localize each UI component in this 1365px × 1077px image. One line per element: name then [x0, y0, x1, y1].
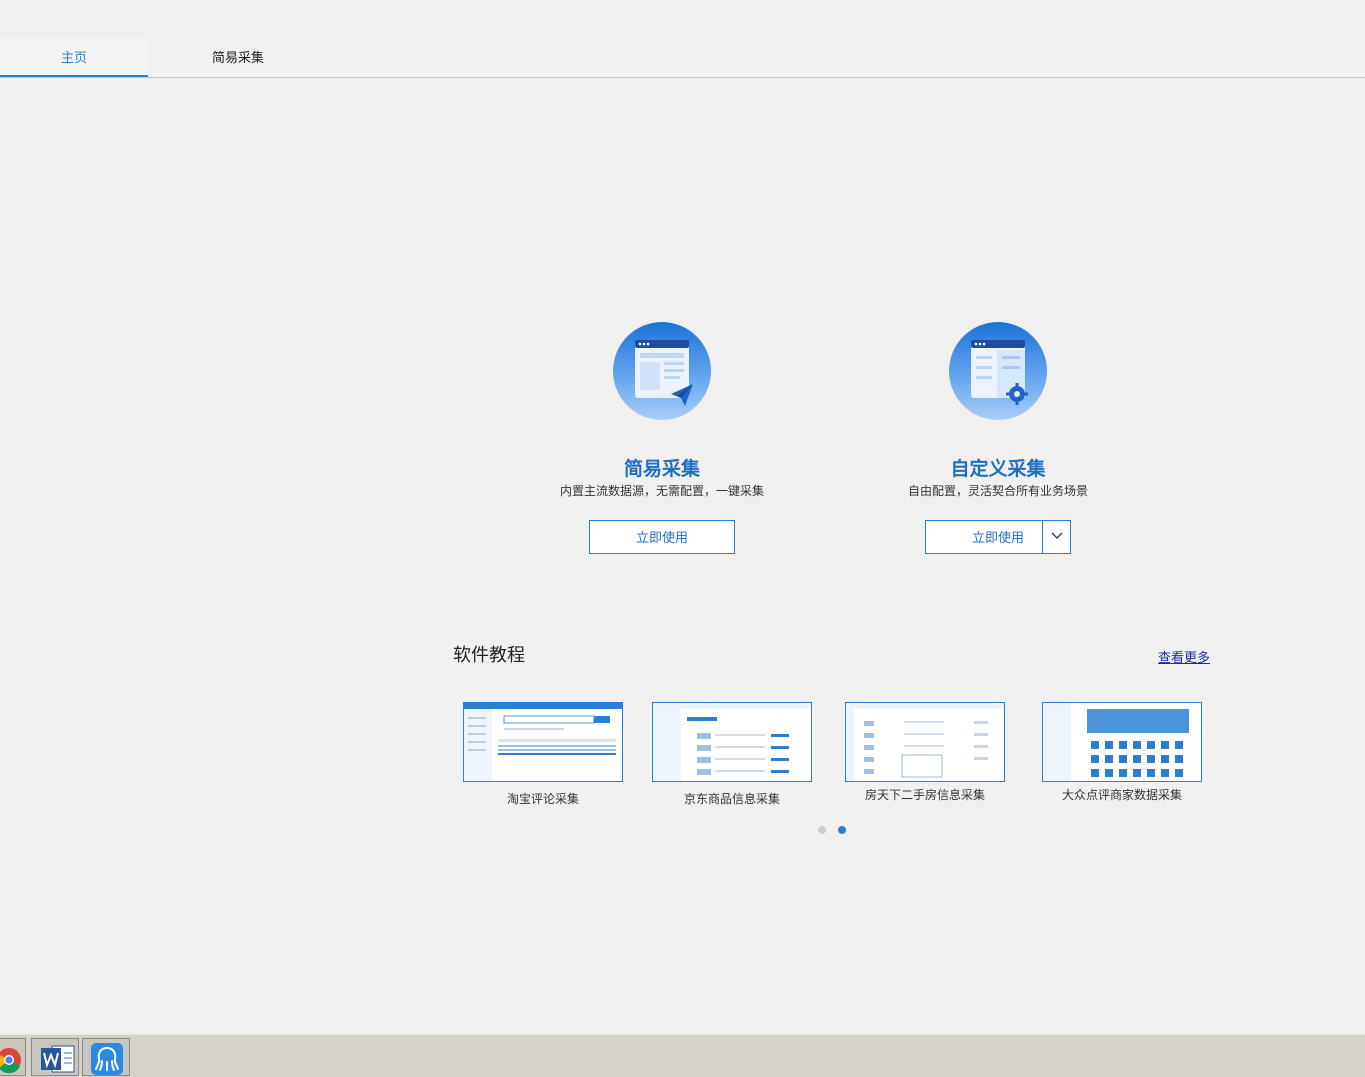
tutorial-item-label: 大众点评商家数据采集: [1061, 788, 1182, 802]
tutorial-item-label: 房天下二手房信息采集: [864, 788, 985, 802]
carousel-dot-2[interactable]: [838, 826, 846, 834]
tutorial-item-label: 淘宝评论采集: [506, 792, 579, 806]
simple-collect-card: 简易采集 内置主流数据源，无需配置，一键采集 立即使用: [542, 322, 782, 554]
taskbar: [0, 1034, 1365, 1077]
custom-collect-card: 自定义采集 自由配置，灵活契合所有业务场景 立即使用: [878, 322, 1118, 554]
custom-collect-description: 自由配置，灵活契合所有业务场景: [907, 484, 1088, 498]
tab-simple-collect[interactable]: 简易采集: [164, 38, 312, 77]
octopus-app-icon: [91, 1043, 123, 1075]
tutorial-item-fang[interactable]: 房天下二手房信息采集: [845, 702, 1005, 803]
see-more-link[interactable]: 查看更多: [1158, 647, 1210, 666]
carousel-dot-1[interactable]: [818, 826, 826, 834]
word-icon: [41, 1045, 75, 1073]
simple-collect-use-button[interactable]: 立即使用: [589, 520, 735, 554]
simple-collect-use-button-label: 立即使用: [635, 531, 688, 546]
tutorial-item-dianping[interactable]: 大众点评商家数据采集: [1042, 702, 1202, 803]
tab-home[interactable]: 主页: [0, 38, 148, 77]
custom-collect-title: 自定义采集: [950, 458, 1046, 480]
tutorial-item-taobao[interactable]: 淘宝评论采集: [463, 702, 623, 807]
tutorial-item-jd[interactable]: 京东商品信息采集: [652, 702, 812, 807]
custom-collect-icon: [949, 322, 1047, 420]
chrome-icon: [0, 1048, 21, 1074]
chevron-down-icon: [1051, 532, 1063, 539]
taskbar-chrome[interactable]: [0, 1038, 26, 1076]
custom-collect-dropdown-button[interactable]: [1042, 521, 1070, 553]
custom-collect-use-button[interactable]: 立即使用: [925, 520, 1071, 554]
tutorial-thumbnail: [1042, 702, 1202, 782]
tutorials-heading: 软件教程: [453, 645, 525, 666]
tutorial-thumbnail: [845, 702, 1005, 782]
tab-bar: 主页 简易采集: [0, 38, 1365, 78]
taskbar-word[interactable]: [31, 1038, 79, 1076]
taskbar-octopus[interactable]: [82, 1038, 130, 1076]
custom-collect-use-button-label: 立即使用: [971, 531, 1024, 546]
tutorial-thumbnail: [652, 702, 812, 782]
tutorial-thumbnail: [463, 702, 623, 782]
simple-collect-title: 简易采集: [623, 458, 700, 480]
simple-collect-icon: [613, 322, 711, 420]
tutorial-item-label: 京东商品信息采集: [683, 792, 780, 806]
simple-collect-description: 内置主流数据源，无需配置，一键采集: [559, 484, 764, 498]
